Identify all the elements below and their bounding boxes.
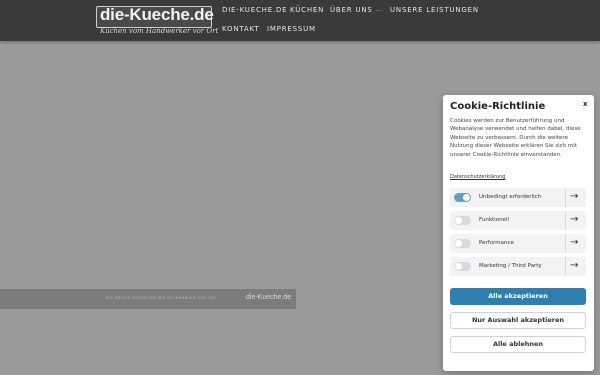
nav-item-kuechen[interactable]: KÜCHEN (290, 6, 324, 14)
divider (565, 188, 566, 207)
site-header: die-Kueche.de Küchen vom Handwerker vor … (0, 0, 600, 41)
site-logo[interactable]: die-Kueche.de Küchen vom Handwerker vor … (96, 5, 218, 36)
nav-separator: -- (376, 7, 382, 14)
nav-item-kontakt[interactable]: KONTAKT (222, 25, 259, 33)
cookie-category-necessary: Unbedingt erforderlich → (450, 188, 586, 207)
nav-item-home[interactable]: DIE-KUECHE.DE (222, 6, 287, 14)
cookie-description: Cookies werden zur Benutzerführung und W… (450, 118, 581, 158)
toggle-necessary[interactable] (454, 193, 471, 202)
toggle-functional[interactable] (454, 216, 471, 225)
reject-all-button[interactable]: Alle ablehnen (450, 336, 586, 353)
category-label: Performance (479, 240, 514, 246)
toggle-marketing[interactable] (454, 262, 471, 271)
arrow-right-icon[interactable]: → (570, 191, 578, 202)
category-label: Unbedingt erforderlich (479, 194, 542, 200)
accept-all-button[interactable]: Alle akzeptieren (450, 288, 586, 305)
nav-item-leistungen[interactable]: UNSERE LEISTUNGEN (390, 6, 479, 14)
arrow-right-icon[interactable]: → (570, 214, 578, 225)
divider (565, 234, 566, 253)
cookie-dialog: Cookie-Richtlinie x Cookies werden zur B… (443, 95, 594, 371)
cookie-category-marketing: Marketing / Third Party → (450, 257, 586, 276)
toggle-knob (455, 263, 462, 270)
cookie-category-functional: Funktionell → (450, 211, 586, 230)
toggle-knob (455, 217, 462, 224)
toggle-knob (455, 240, 462, 247)
cookie-title: Cookie-Richtlinie (450, 101, 546, 112)
nav-item-impressum[interactable]: IMPRESSUM (267, 25, 316, 33)
arrow-right-icon[interactable]: → (570, 237, 578, 248)
toggle-knob (463, 194, 470, 201)
footer-logo[interactable]: die-Kueche.de (246, 294, 291, 301)
footer-bar: DIE MEISTE SCHREITEN WIE KÜCHENWELT VOR … (0, 289, 296, 309)
nav-item-ueber-uns[interactable]: ÜBER UNS (330, 6, 373, 14)
accept-selection-button[interactable]: Nur Auswahl akzeptieren (450, 312, 586, 329)
footer-note: DIE MEISTE SCHREITEN WIE KÜCHENWELT VOR … (106, 296, 217, 300)
arrow-right-icon[interactable]: → (570, 260, 578, 271)
divider (565, 257, 566, 276)
close-icon[interactable]: x (583, 100, 588, 108)
cookie-category-performance: Performance → (450, 234, 586, 253)
toggle-performance[interactable] (454, 239, 471, 248)
logo-text: die-Kueche.de (100, 5, 214, 24)
category-label: Marketing / Third Party (479, 263, 542, 269)
divider (565, 211, 566, 230)
logo-tagline: Küchen vom Handwerker vor Ort (100, 27, 219, 35)
category-label: Funktionell (479, 217, 509, 223)
privacy-policy-link[interactable]: Datenschutzerklärung (450, 174, 505, 180)
